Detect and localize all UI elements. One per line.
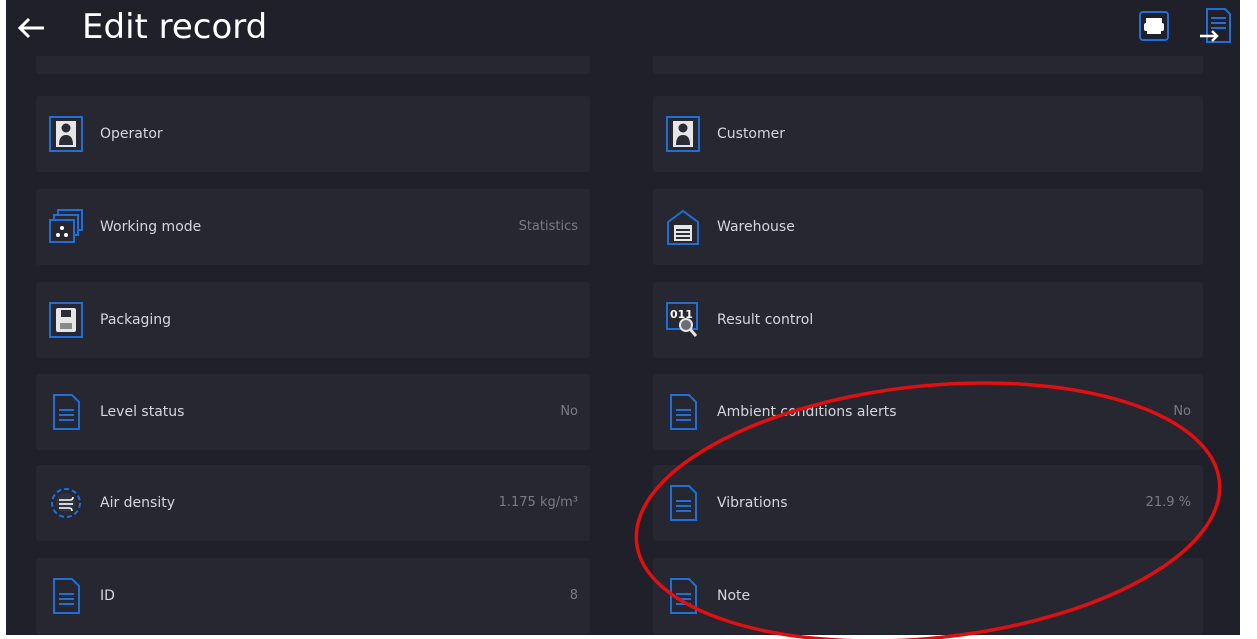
document-icon	[665, 484, 701, 522]
item-label: Working mode	[100, 219, 202, 235]
air-density-icon	[48, 484, 84, 522]
item-label: Vibrations	[717, 495, 788, 511]
document-icon	[665, 393, 701, 431]
item-label: Customer	[717, 126, 786, 142]
user-icon	[665, 115, 701, 153]
export-document-icon	[1200, 8, 1231, 43]
item-label: ID	[100, 588, 115, 604]
item-vibrations[interactable]: Vibrations 21.9 %	[653, 465, 1203, 541]
item-result-control[interactable]: 011 Result control	[653, 282, 1203, 358]
item-value: 8	[569, 588, 578, 603]
back-button[interactable]	[12, 8, 52, 48]
item-label: Operator	[100, 126, 163, 142]
item-value: 21.9 %	[1145, 495, 1191, 510]
item-packaging[interactable]: Packaging	[36, 282, 590, 358]
document-icon	[665, 577, 701, 615]
page-title: Edit record	[82, 7, 268, 47]
print-button[interactable]	[1137, 9, 1171, 43]
arrow-left-icon	[17, 17, 44, 39]
item-id[interactable]: ID 8	[36, 558, 590, 634]
document-icon	[48, 577, 84, 615]
printer-icon	[1139, 11, 1169, 41]
packaging-icon	[48, 301, 84, 339]
item-value: No	[1173, 404, 1191, 419]
item-value: 1.175 kg/m³	[498, 495, 578, 510]
item-warehouse[interactable]: Warehouse	[653, 189, 1203, 265]
working-mode-icon	[48, 208, 84, 246]
document-icon	[48, 393, 84, 431]
item-level-status[interactable]: Level status No	[36, 374, 590, 450]
item-label: Packaging	[100, 312, 172, 328]
item-value: No	[560, 404, 578, 419]
previous-item-edge	[36, 56, 590, 74]
item-customer[interactable]: Customer	[653, 96, 1203, 172]
user-icon	[48, 115, 84, 153]
result-control-icon: 011	[665, 301, 701, 339]
warehouse-icon	[665, 208, 701, 246]
header: Edit record	[6, 0, 1240, 56]
screen: Edit record Operator Working mode Statis…	[6, 0, 1240, 635]
item-note[interactable]: Note	[653, 558, 1203, 634]
item-ambient-conditions-alerts[interactable]: Ambient conditions alerts No	[653, 374, 1203, 450]
item-label: Ambient conditions alerts	[717, 404, 897, 420]
item-label: Level status	[100, 404, 185, 420]
item-operator[interactable]: Operator	[36, 96, 590, 172]
item-working-mode[interactable]: Working mode Statistics	[36, 189, 590, 265]
item-air-density[interactable]: Air density 1.175 kg/m³	[36, 465, 590, 541]
previous-item-edge	[653, 56, 1203, 74]
item-value: Statistics	[518, 219, 578, 234]
item-label: Result control	[717, 312, 814, 328]
item-label: Note	[717, 588, 751, 604]
export-button[interactable]	[1199, 6, 1233, 46]
item-label: Warehouse	[717, 219, 795, 235]
item-label: Air density	[100, 495, 176, 511]
